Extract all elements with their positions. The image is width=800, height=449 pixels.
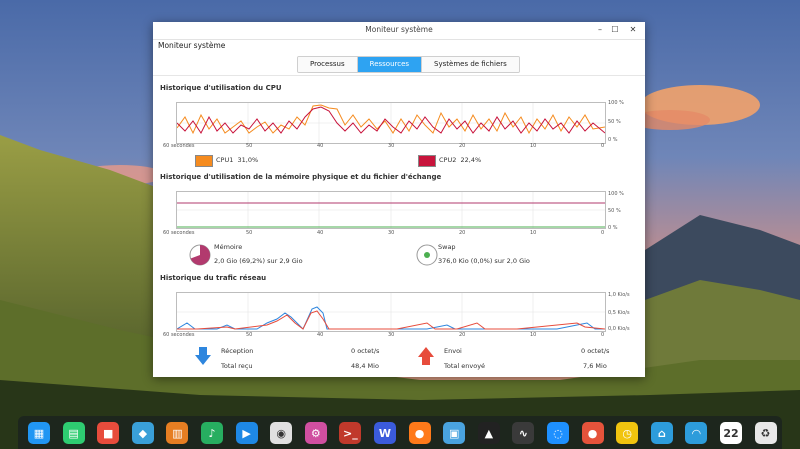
file-manager-icon[interactable]: ▤ bbox=[62, 422, 85, 444]
network-graph bbox=[176, 292, 606, 332]
total-received-label: Total reçu bbox=[221, 362, 253, 370]
tab-processes[interactable]: Processus bbox=[298, 57, 358, 72]
net-y-tick-mid: 0,5 Kio/s bbox=[608, 310, 630, 316]
cpu-section-title: Historique d'utilisation du CPU bbox=[160, 84, 282, 92]
archive-icon[interactable]: ▥ bbox=[166, 422, 189, 444]
title-bar[interactable]: Moniteur système – ☐ ✕ bbox=[153, 22, 645, 40]
send-rate: 0 octet/s bbox=[581, 347, 610, 355]
window-title: Moniteur système bbox=[365, 25, 433, 34]
music-icon[interactable]: ♪ bbox=[201, 422, 223, 444]
mem-x-tick: 10 bbox=[530, 230, 537, 236]
wifi-icon[interactable]: ◠ bbox=[685, 422, 708, 444]
app-store-icon[interactable]: ◆ bbox=[131, 422, 154, 444]
close-button[interactable]: ✕ bbox=[627, 24, 639, 36]
memory-section-title: Historique d'utilisation de la mémoire p… bbox=[160, 173, 442, 181]
mem-x-tick: 60 secondes bbox=[163, 230, 195, 236]
cpu1-color-swatch[interactable] bbox=[195, 155, 213, 167]
cpu2-color-swatch[interactable] bbox=[418, 155, 436, 167]
cpu-x-tick: 10 bbox=[530, 143, 537, 149]
recorder-icon[interactable]: ● bbox=[581, 422, 604, 444]
net-x-tick: 50 bbox=[246, 332, 253, 338]
cpu-y-tick-50: 50 % bbox=[608, 119, 621, 125]
download-arrow-icon[interactable] bbox=[194, 346, 212, 366]
cpu1-label: CPU1 31,0% bbox=[216, 156, 259, 164]
cpu-x-tick: 20 bbox=[459, 143, 466, 149]
inkscape-icon[interactable]: ▲ bbox=[477, 422, 500, 444]
mem-x-tick: 40 bbox=[317, 230, 324, 236]
send-label: Envoi bbox=[444, 347, 462, 355]
cpu-y-tick-100: 100 % bbox=[608, 100, 624, 106]
total-sent-value: 7,6 Mio bbox=[583, 362, 607, 370]
minimize-button[interactable]: – bbox=[594, 24, 606, 36]
cpu-x-tick: 50 bbox=[246, 143, 253, 149]
net-y-tick-max: 1,0 Kio/s bbox=[608, 292, 630, 298]
app-title: Moniteur système bbox=[158, 41, 226, 50]
swap-detail: 376,0 Kio (0,0%) sur 2,0 Gio bbox=[438, 257, 530, 265]
chrome-icon[interactable]: ◉ bbox=[270, 422, 293, 444]
cpu-x-tick: 30 bbox=[388, 143, 395, 149]
maximize-button[interactable]: ☐ bbox=[609, 24, 621, 36]
memory-pie-icon[interactable] bbox=[189, 244, 211, 266]
launcher-icon[interactable]: ▦ bbox=[28, 422, 50, 444]
firefox-icon[interactable]: ● bbox=[408, 422, 431, 444]
mem-y-tick-0: 0 % bbox=[608, 225, 618, 231]
cpu-graph bbox=[176, 102, 606, 144]
receive-rate: 0 octet/s bbox=[351, 347, 380, 355]
network-section-title: Historique du trafic réseau bbox=[160, 274, 267, 282]
trash-icon[interactable]: ♻ bbox=[754, 422, 777, 444]
mem-x-tick: 0 bbox=[601, 230, 605, 236]
tab-filesystems[interactable]: Systèmes de fichiers bbox=[422, 57, 519, 72]
swap-label: Swap bbox=[438, 243, 456, 251]
cpu-x-tick: 60 secondes bbox=[163, 143, 195, 149]
clock-icon[interactable]: ◷ bbox=[616, 422, 639, 444]
net-x-tick: 60 secondes bbox=[163, 332, 195, 338]
mem-x-tick: 20 bbox=[459, 230, 466, 236]
cpu-x-tick: 0 bbox=[601, 143, 605, 149]
tab-resources[interactable]: Ressources bbox=[357, 57, 423, 72]
cpu1-value: 31,0% bbox=[237, 156, 259, 164]
wps-writer-icon[interactable]: W bbox=[374, 422, 396, 444]
screen-recorder-icon[interactable]: ■ bbox=[97, 422, 120, 444]
mem-x-tick: 30 bbox=[388, 230, 395, 236]
image-viewer-icon[interactable]: ▣ bbox=[443, 422, 466, 444]
mem-x-tick: 50 bbox=[246, 230, 253, 236]
system-monitor-icon[interactable]: ∿ bbox=[512, 422, 535, 444]
cpu-y-tick-0: 0 % bbox=[608, 137, 618, 143]
net-x-tick: 20 bbox=[459, 332, 466, 338]
device-manager-icon[interactable]: ⌂ bbox=[650, 422, 673, 444]
upload-arrow-icon[interactable] bbox=[417, 346, 435, 366]
system-monitor-window: Moniteur système – ☐ ✕ Moniteur système … bbox=[153, 22, 645, 377]
terminal-icon[interactable]: >_ bbox=[339, 422, 362, 444]
total-received-value: 48,4 Mio bbox=[351, 362, 379, 370]
net-x-tick: 40 bbox=[317, 332, 324, 338]
cpu2-value: 22,4% bbox=[460, 156, 482, 164]
swap-pie-icon[interactable] bbox=[416, 244, 438, 266]
net-x-tick: 30 bbox=[388, 332, 395, 338]
total-sent-label: Total envoyé bbox=[444, 362, 486, 370]
tab-bar: Processus Ressources Systèmes de fichier… bbox=[297, 56, 520, 73]
cpu-x-tick: 40 bbox=[317, 143, 324, 149]
deepin-icon[interactable]: ◌ bbox=[547, 422, 569, 444]
date-icon[interactable]: 22 bbox=[720, 422, 742, 444]
net-x-tick: 0 bbox=[601, 332, 605, 338]
memory-graph bbox=[176, 191, 606, 229]
net-y-tick-0: 0,0 Kio/s bbox=[608, 326, 630, 332]
video-player-icon[interactable]: ▶ bbox=[235, 422, 258, 444]
net-x-tick: 10 bbox=[530, 332, 537, 338]
memory-detail: 2,0 Gio (69,2%) sur 2,9 Gio bbox=[214, 257, 303, 265]
memory-label: Mémoire bbox=[214, 243, 243, 251]
cpu2-label: CPU2 22,4% bbox=[439, 156, 482, 164]
settings-icon[interactable]: ⚙ bbox=[304, 422, 327, 444]
mem-y-tick-100: 100 % bbox=[608, 191, 624, 197]
separator bbox=[153, 75, 645, 76]
receive-label: Réception bbox=[221, 347, 254, 355]
mem-y-tick-50: 50 % bbox=[608, 208, 621, 214]
